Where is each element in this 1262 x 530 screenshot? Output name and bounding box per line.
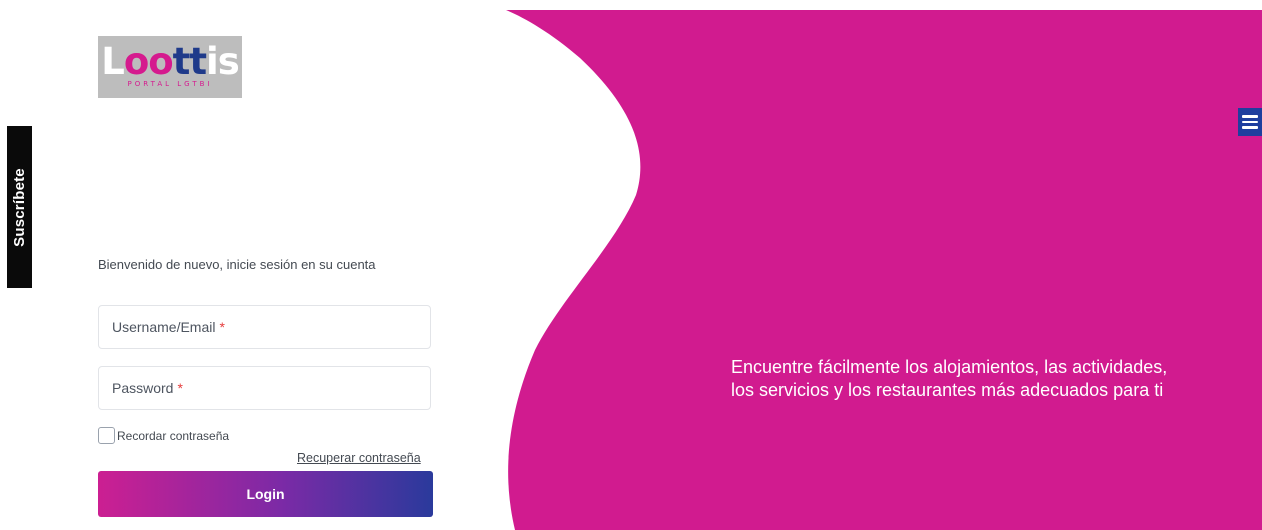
password-field[interactable]: Password * — [98, 366, 431, 410]
menu-bar — [1242, 115, 1258, 118]
recover-password-link[interactable]: Recuperar contraseña — [297, 451, 421, 465]
required-asterisk: * — [177, 380, 183, 396]
menu-bar — [1242, 120, 1258, 124]
subscribe-tab[interactable]: Suscríbete — [7, 126, 32, 288]
remember-password-option[interactable]: Recordar contraseña — [98, 427, 229, 444]
remember-password-label: Recordar contraseña — [117, 428, 230, 443]
promo-tagline: Encuentre fácilmente los alojamientos, l… — [731, 357, 1168, 400]
hamburger-menu-icon[interactable] — [1238, 108, 1262, 136]
password-placeholder: Password — [112, 380, 174, 396]
menu-bar — [1242, 126, 1258, 129]
login-button[interactable]: Login — [98, 471, 433, 517]
logo[interactable]: Loottis PORTAL LGTBI — [98, 36, 242, 98]
logo-wordmark: Loottis — [101, 40, 240, 83]
remember-password-checkbox[interactable] — [98, 427, 115, 444]
subscribe-tab-label: Suscríbete — [11, 167, 29, 247]
welcome-text: Bienvenido de nuevo, inicie sesión en su… — [98, 257, 376, 272]
required-asterisk: * — [219, 319, 225, 335]
username-email-placeholder: Username/Email — [112, 319, 216, 335]
username-email-field[interactable]: Username/Email * — [98, 305, 431, 349]
